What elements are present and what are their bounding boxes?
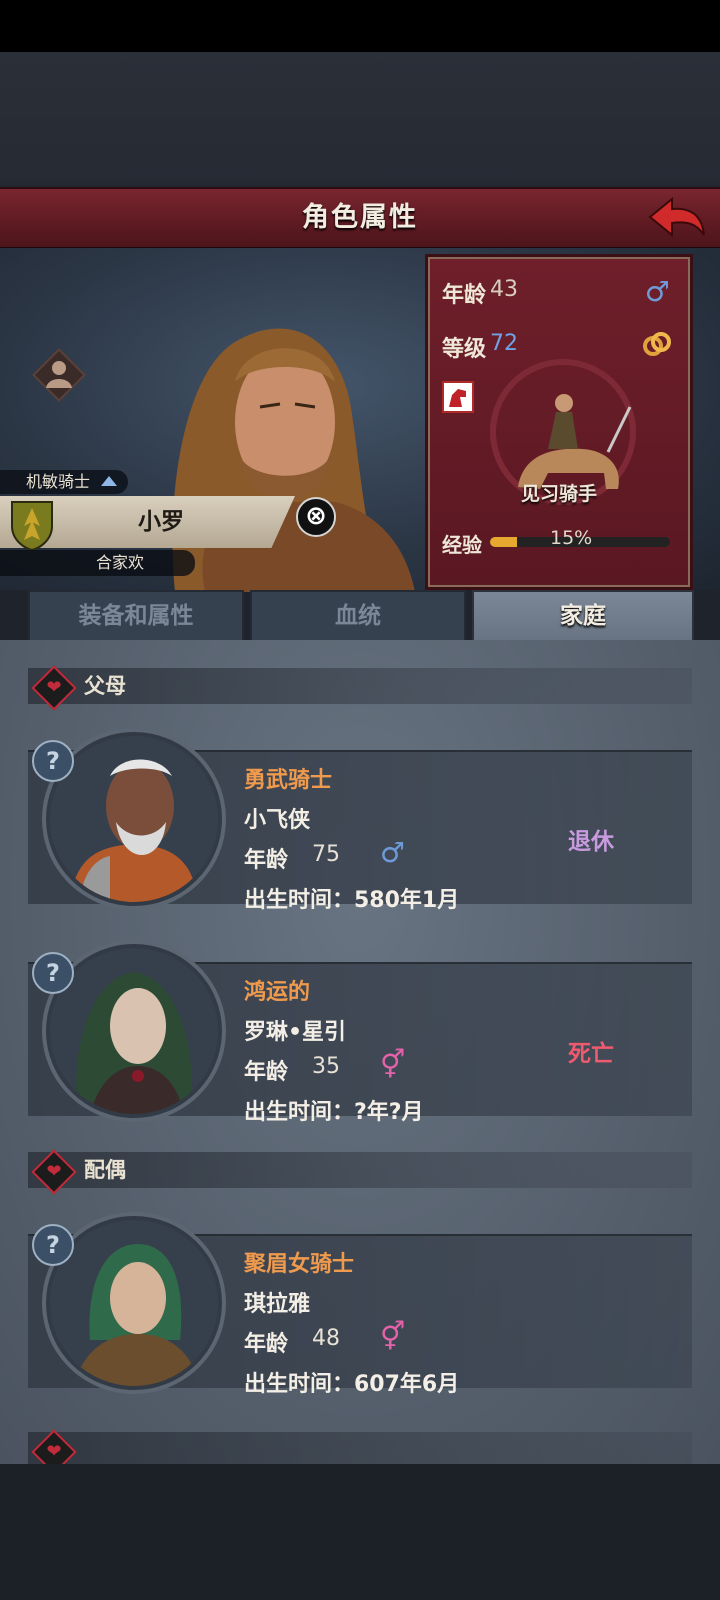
experience-fill <box>490 537 517 547</box>
member-age-label: 年龄 <box>244 1332 289 1357</box>
member-birth: 出生时间：580年1月 <box>244 888 460 913</box>
tab-family[interactable]: 家庭 <box>472 590 694 642</box>
class-title: 机敏骑士 <box>26 472 91 491</box>
back-button[interactable] <box>646 195 706 241</box>
heart-icon: ❤ <box>31 665 77 711</box>
marriage-rings-icon[interactable] <box>642 329 672 359</box>
back-arrow-icon <box>648 196 705 238</box>
member-status: 死亡 <box>568 1041 614 1067</box>
dismiss-button[interactable]: ⊗ <box>296 497 336 537</box>
heart-icon: ❤ <box>31 1149 77 1195</box>
page-title: 角色属性 <box>302 202 418 233</box>
hero-panel: 机敏骑士 小罗 ⊗ 合家欢 年龄 43 ♂ 等级 72 见习骑手 经验 15% <box>0 248 720 592</box>
house-row: 合家欢 <box>0 550 195 576</box>
female-icon: ⚥ <box>380 1320 406 1353</box>
member-name: 罗琳•星引 <box>244 1020 347 1045</box>
experience-label: 经验 <box>442 533 482 557</box>
tab-equipment-attributes[interactable]: 装备和属性 <box>28 590 244 642</box>
member-age: 35 <box>312 1054 340 1079</box>
section-label: 父母 <box>84 674 126 698</box>
title-bar: 角色属性 <box>0 187 720 250</box>
status-bar <box>0 0 720 52</box>
class-icon[interactable] <box>28 344 90 406</box>
header-background <box>0 52 720 187</box>
spouse-avatar[interactable] <box>50 1220 218 1386</box>
level-label: 等级 <box>442 337 487 362</box>
hero-name: 小罗 <box>138 509 184 535</box>
member-title: 鸿运的 <box>244 980 311 1005</box>
heart-icon: ❤ <box>31 1429 77 1464</box>
member-status: 退休 <box>568 829 614 855</box>
female-icon: ⚥ <box>380 1048 406 1081</box>
navigation-bar-area <box>0 1464 720 1600</box>
house-name: 合家欢 <box>96 553 145 572</box>
tab-bar: 装备和属性 血统 家庭 <box>28 590 694 642</box>
section-parents: ❤ 父母 <box>28 665 692 711</box>
member-age: 75 <box>312 842 340 867</box>
section-spouse: ❤ 配偶 <box>28 1149 692 1195</box>
male-icon: ♂ <box>380 836 406 869</box>
help-icon[interactable]: ? <box>32 740 74 782</box>
member-age: 48 <box>312 1326 340 1351</box>
member-title: 勇武骑士 <box>244 768 333 793</box>
family-content[interactable]: ❤ 父母 ? 勇武骑士 小飞侠 年龄 75 ♂ 出生时间：580年1月 退休 ?… <box>0 640 720 1464</box>
member-birth: 出生时间：607年6月 <box>244 1372 460 1397</box>
house-shield-icon <box>11 501 53 552</box>
member-name: 小飞侠 <box>244 808 311 833</box>
rank-up-icon <box>101 476 117 486</box>
info-panel: 年龄 43 ♂ 等级 72 见习骑手 经验 15% <box>425 254 693 590</box>
rank-label: 见习骑手 <box>520 483 597 505</box>
help-icon[interactable]: ? <box>32 952 74 994</box>
mother-portrait <box>76 972 192 1114</box>
section-children-partial: ❤ <box>28 1429 692 1464</box>
horse-icon[interactable] <box>442 381 474 413</box>
member-birth: 出生时间：?年?月 <box>244 1100 424 1125</box>
help-icon[interactable]: ? <box>32 1224 74 1266</box>
age-value: 43 <box>490 277 518 302</box>
father-avatar[interactable] <box>50 736 218 902</box>
experience-value: 15% <box>550 527 593 549</box>
level-value: 72 <box>490 331 518 356</box>
section-label: 配偶 <box>84 1158 126 1182</box>
member-age-label: 年龄 <box>244 1060 289 1085</box>
tab-bloodline[interactable]: 血统 <box>250 590 466 642</box>
member-name: 琪拉雅 <box>244 1292 311 1317</box>
family-card-spouse[interactable]: ? 聚眉女骑士 琪拉雅 年龄 48 ⚥ 出生时间：607年6月 <box>28 1220 692 1397</box>
member-age-label: 年龄 <box>244 848 289 873</box>
spouse-portrait <box>74 1244 200 1386</box>
family-card-mother[interactable]: ? 鸿运的 罗琳•星引 年龄 35 ⚥ 出生时间：?年?月 死亡 <box>28 948 692 1125</box>
father-portrait <box>70 759 198 902</box>
male-icon: ♂ <box>644 275 670 308</box>
age-label: 年龄 <box>442 283 487 308</box>
class-title-row: 机敏骑士 <box>0 470 128 494</box>
family-card-father[interactable]: ? 勇武骑士 小飞侠 年龄 75 ♂ 出生时间：580年1月 退休 <box>28 736 692 913</box>
mother-avatar[interactable] <box>50 948 218 1114</box>
member-title: 聚眉女骑士 <box>244 1252 355 1277</box>
